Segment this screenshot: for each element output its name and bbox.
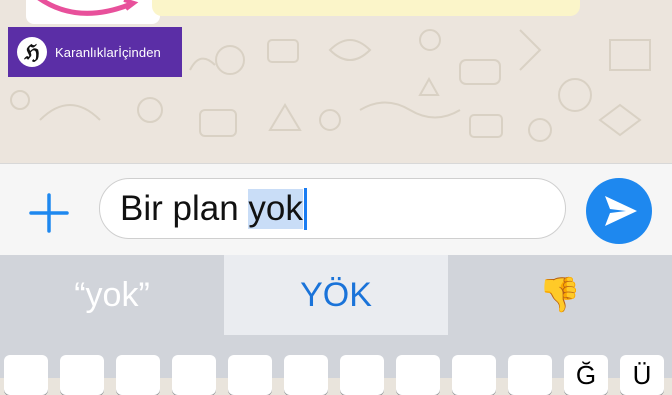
chat-background: ℌ Karanlıklarİçinden xyxy=(0,0,672,163)
selected-word: yok xyxy=(248,188,303,229)
send-arrow-icon xyxy=(605,196,637,226)
add-attachment-button[interactable] xyxy=(28,192,70,234)
keyboard-key[interactable] xyxy=(116,355,160,395)
message-text: Bir plan xyxy=(120,188,249,228)
keyboard-key[interactable] xyxy=(228,355,272,395)
suggestion-yok-uppercase[interactable]: YÖK xyxy=(224,255,448,335)
suggestion-thumbs-down-emoji[interactable]: 👎 xyxy=(448,255,672,335)
watermark-logo-glyph: ℌ xyxy=(24,41,40,64)
send-button[interactable] xyxy=(586,178,652,244)
keyboard-key[interactable] xyxy=(284,355,328,395)
watermark-logo-icon: ℌ xyxy=(17,37,47,67)
keyboard-key[interactable] xyxy=(60,355,104,395)
plus-icon xyxy=(29,193,69,233)
text-cursor xyxy=(303,187,307,230)
message-composer: Bir plan yok xyxy=(0,163,672,255)
keyboard-key[interactable] xyxy=(172,355,216,395)
text-message-bubble[interactable] xyxy=(152,0,580,16)
suggestion-literal[interactable]: “yok” xyxy=(0,255,224,335)
keyboard-key-g-breve[interactable]: Ğ xyxy=(564,355,608,395)
keyboard-key[interactable] xyxy=(340,355,384,395)
message-input[interactable]: Bir plan yok xyxy=(99,178,566,239)
pink-swirl-image xyxy=(37,0,139,16)
keyboard-top-row: Ğ Ü xyxy=(0,335,672,395)
keyboard-key[interactable] xyxy=(452,355,496,395)
watermark-badge: ℌ Karanlıklarİçinden xyxy=(8,27,182,77)
keyboard-key[interactable] xyxy=(508,355,552,395)
keyboard-key[interactable] xyxy=(4,355,48,395)
predictive-text-bar: “yok” YÖK 👎 xyxy=(0,255,672,335)
image-message-bubble[interactable] xyxy=(26,0,160,24)
watermark-text: Karanlıklarİçinden xyxy=(55,44,161,60)
wallpaper-doodles xyxy=(10,29,651,142)
keyboard-key-u-umlaut[interactable]: Ü xyxy=(620,355,664,395)
keyboard-key[interactable] xyxy=(396,355,440,395)
